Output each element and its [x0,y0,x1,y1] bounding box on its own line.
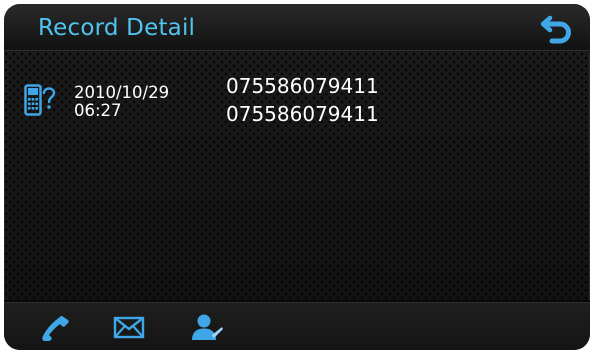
unknown-call-phone-icon [24,84,56,116]
record-datetime: 2010/10/29 06:27 [74,84,169,120]
record-time: 06:27 [74,101,122,120]
record-numbers: 075586079411 075586079411 [226,72,379,128]
contact-person-icon [192,314,223,340]
contacts-button[interactable] [190,313,224,341]
phone-icon [42,316,69,341]
record-date: 2010/10/29 [74,83,170,102]
back-button[interactable] [540,12,576,46]
envelope-icon [113,316,145,339]
call-record: 2010/10/29 06:27 075586079411 0755860794… [24,74,444,132]
record-number: 075586079411 [226,102,379,126]
screen: Record Detail 2010/10/29 06:27 075586079… [4,4,590,350]
call-button[interactable] [38,313,72,341]
back-arrow-icon [540,15,571,44]
message-button[interactable] [112,313,146,341]
title-bar: Record Detail [4,4,590,52]
record-name: 075586079411 [226,74,379,98]
bottom-toolbar [4,300,590,350]
page-title: Record Detail [38,15,196,41]
